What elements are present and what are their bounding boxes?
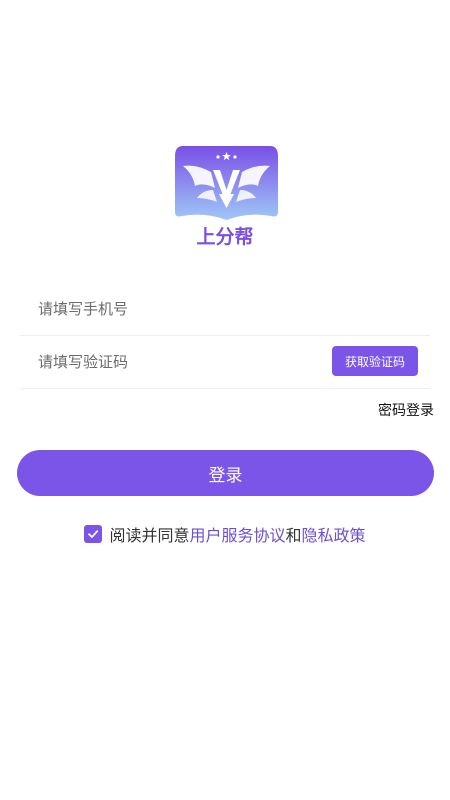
phone-row [20,283,430,336]
password-login-link[interactable]: 密码登录 [378,400,434,420]
terms-link[interactable]: 用户服务协议 [189,522,285,546]
phone-input[interactable] [38,283,308,335]
agreement-conjunction: 和 [285,526,302,545]
privacy-link[interactable]: 隐私政策 [302,522,366,546]
get-code-button[interactable]: 获取验证码 [332,346,418,376]
brand-name: 上分帮 [196,226,254,248]
agreement-row: 阅读并同意 用户服务协议 和 隐私政策 [0,522,450,546]
check-icon [88,530,99,538]
login-button[interactable]: 登录 [17,450,434,496]
agreement-checkbox[interactable] [84,525,103,543]
app-logo-icon [173,142,280,224]
verification-code-input[interactable] [38,336,308,388]
agreement-prefix: 阅读并同意 [109,526,190,545]
code-row: 获取验证码 [20,336,430,389]
